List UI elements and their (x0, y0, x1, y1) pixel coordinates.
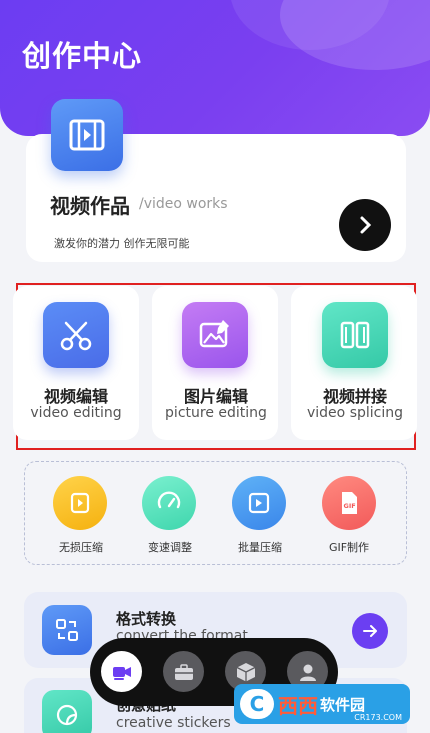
lossless-compress-label: 无损压缩 (59, 541, 103, 554)
tab-toolbox[interactable] (163, 651, 204, 692)
video-splicing-label: 视频拼接 (322, 387, 387, 406)
profile-icon (299, 664, 316, 681)
picture-editing-label: 图片编辑 (183, 387, 248, 406)
video-editing-sub: video editing (30, 405, 122, 421)
video-splicing-sub: video splicing (307, 405, 403, 421)
video-works-description: 激发你的潜力 创作无限可能 (54, 237, 190, 250)
batch-compress-label: 批量压缩 (238, 541, 282, 554)
convert-icon (42, 605, 92, 655)
gif-make-label: GIF制作 (328, 541, 370, 554)
header-decoration (280, 0, 430, 70)
picture-editing-sub: picture editing (165, 405, 267, 421)
page-title: 创作中心 (22, 39, 143, 73)
watermark-text: 软件园 (320, 695, 366, 714)
batch-compress-icon[interactable] (232, 476, 286, 530)
watermark-brand: 西西 (278, 693, 318, 718)
box-icon (236, 662, 255, 681)
watermark-logo: C (240, 689, 274, 719)
tab-create[interactable] (101, 651, 142, 692)
film-icon (51, 99, 123, 171)
format-convert-title: 格式转换 (116, 610, 177, 628)
video-editing-label: 视频编辑 (43, 387, 108, 406)
watermark-url: CR173.COM (354, 713, 402, 722)
creative-stickers-sub: creative stickers (116, 715, 231, 731)
chevron-right-icon (360, 216, 372, 234)
toolbox-icon (174, 663, 193, 680)
site-watermark: C 西西 软件园 CR173.COM (234, 684, 410, 724)
compress-icon[interactable] (53, 476, 107, 530)
image-edit-icon (182, 302, 248, 368)
video-works-title: 视频作品 (50, 194, 130, 218)
arrow-right-icon (363, 625, 377, 637)
speed-adjust-label: 变速调整 (148, 541, 192, 554)
video-works-arrow-button[interactable] (339, 199, 391, 251)
video-camera-icon (112, 666, 131, 680)
svg-text:GIF: GIF (344, 502, 356, 510)
video-works-subtitle: /video works (139, 196, 228, 212)
sticker-icon (42, 690, 92, 733)
speed-icon[interactable] (142, 476, 196, 530)
gif-icon[interactable]: GIF (322, 476, 376, 530)
format-convert-go-button[interactable] (352, 613, 388, 649)
scissors-icon (43, 302, 109, 368)
splice-icon (322, 302, 388, 368)
